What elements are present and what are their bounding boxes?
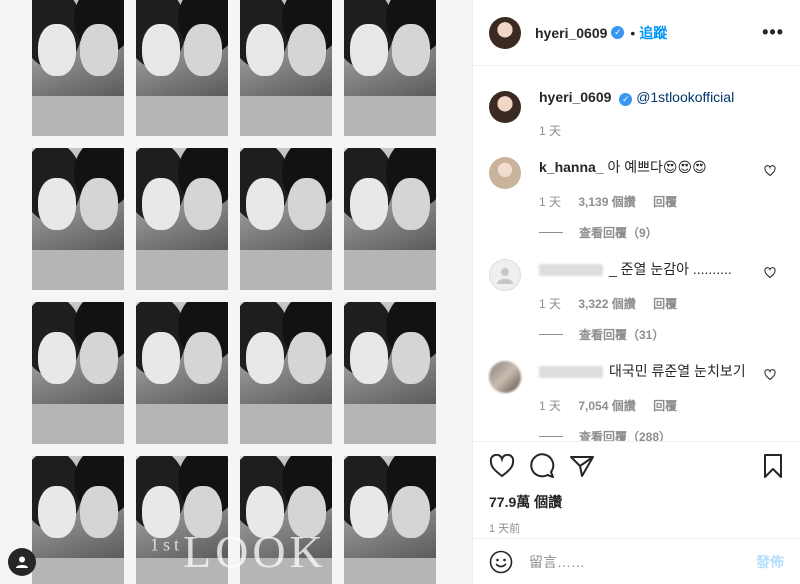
caption: hyeri_0609 ✓ @1stlookofficial 1 天 (489, 67, 784, 139)
photo-frame (32, 302, 124, 444)
reply-button[interactable]: 回覆 (653, 297, 677, 311)
view-replies-button[interactable]: 查看回覆（288） (539, 428, 769, 441)
post-header: hyeri_0609 ✓ • 追蹤 ••• (473, 0, 800, 66)
like-heart-icon[interactable] (489, 454, 515, 478)
reply-button[interactable]: 回覆 (653, 399, 677, 413)
post-side-panel: hyeri_0609 ✓ • 追蹤 ••• hyeri_0609 ✓ @1stl… (472, 0, 800, 584)
comment-like-icon[interactable] (764, 267, 776, 279)
blurred-username (539, 366, 603, 379)
header-username[interactable]: hyeri_0609 (535, 25, 607, 41)
comment-text: _ 준열 눈감아 .......... (609, 261, 732, 277)
comment-like-icon[interactable] (764, 165, 776, 177)
photo-frame (136, 148, 228, 290)
save-bookmark-icon[interactable] (762, 453, 784, 479)
comment-item: k_hanna_ 아 예쁘다😍😍😍 1 天 3,139 個讚 回覆 查看回覆（9… (489, 157, 784, 241)
view-replies-label: 查看回覆（9） (579, 226, 658, 240)
photo-frame (344, 302, 436, 444)
avatar[interactable] (489, 361, 521, 393)
comment-text: 대국민 류준열 눈치보기 (609, 363, 746, 379)
emoji-icon[interactable] (489, 550, 513, 574)
photo-frame (32, 0, 124, 136)
comments-list[interactable]: hyeri_0609 ✓ @1stlookofficial 1 天 k_hann… (473, 67, 800, 441)
photo-frame (240, 302, 332, 444)
post-photo[interactable]: 1stLOOK (0, 0, 472, 584)
like-count[interactable]: 77.9萬 個讚 (489, 492, 784, 512)
comment-likes[interactable]: 7,054 個讚 (578, 399, 635, 413)
tagged-user-icon[interactable] (8, 548, 36, 576)
reply-button[interactable]: 回覆 (653, 195, 677, 209)
post-time[interactable]: 1 天前 (489, 520, 784, 536)
photo-frame (32, 148, 124, 290)
comment-time: 1 天 (539, 297, 562, 311)
comment-item: _ 준열 눈감아 .......... 1 天 3,322 個讚 回覆 查看回覆… (489, 259, 784, 343)
avatar[interactable] (489, 16, 521, 49)
magazine-watermark: 1stLOOK (150, 526, 327, 577)
photo-frame (240, 0, 332, 136)
verified-badge-icon: ✓ (611, 26, 625, 39)
comment-likes[interactable]: 3,322 個讚 (578, 297, 635, 311)
photo-frame (32, 456, 124, 584)
verified-badge-icon: ✓ (619, 93, 633, 106)
post-comment-button[interactable]: 發佈 (756, 552, 784, 572)
comment-likes[interactable]: 3,139 個讚 (578, 195, 635, 209)
photo-frame (136, 302, 228, 444)
photo-strip-grid (32, 0, 438, 584)
caption-time: 1 天 (539, 124, 562, 138)
photo-frame (344, 148, 436, 290)
comment-input[interactable] (529, 553, 756, 570)
view-replies-label: 查看回覆（288） (579, 430, 672, 441)
comment-text: 아 예쁘다😍😍😍 (607, 159, 707, 175)
comment-like-icon[interactable] (764, 369, 776, 381)
follow-button[interactable]: 追蹤 (639, 23, 667, 43)
more-options-icon[interactable]: ••• (762, 22, 784, 43)
separator-dot: • (630, 24, 636, 41)
comment-time: 1 天 (539, 399, 562, 413)
add-comment-bar: 發佈 (473, 538, 800, 584)
caption-mention-link[interactable]: @1stlookofficial (636, 89, 734, 105)
photo-frame (240, 148, 332, 290)
post-actions: 77.9萬 個讚 1 天前 (473, 441, 800, 536)
comment-username[interactable]: k_hanna_ (539, 159, 604, 175)
photo-frame (136, 0, 228, 136)
view-replies-button[interactable]: 查看回覆（9） (539, 224, 769, 241)
blurred-username (539, 264, 603, 277)
view-replies-button[interactable]: 查看回覆（31） (539, 326, 769, 343)
caption-username[interactable]: hyeri_0609 (539, 89, 611, 105)
avatar[interactable] (489, 157, 521, 189)
photo-frame (344, 456, 436, 584)
share-paper-plane-icon[interactable] (569, 454, 595, 478)
comment-time: 1 天 (539, 195, 562, 209)
photo-frame (344, 0, 436, 136)
view-replies-label: 查看回覆（31） (579, 328, 665, 342)
comment-item: 대국민 류준열 눈치보기 1 天 7,054 個讚 回覆 查看回覆（288） (489, 361, 784, 441)
avatar[interactable] (489, 259, 521, 291)
comment-bubble-icon[interactable] (529, 453, 555, 479)
avatar[interactable] (489, 91, 521, 123)
